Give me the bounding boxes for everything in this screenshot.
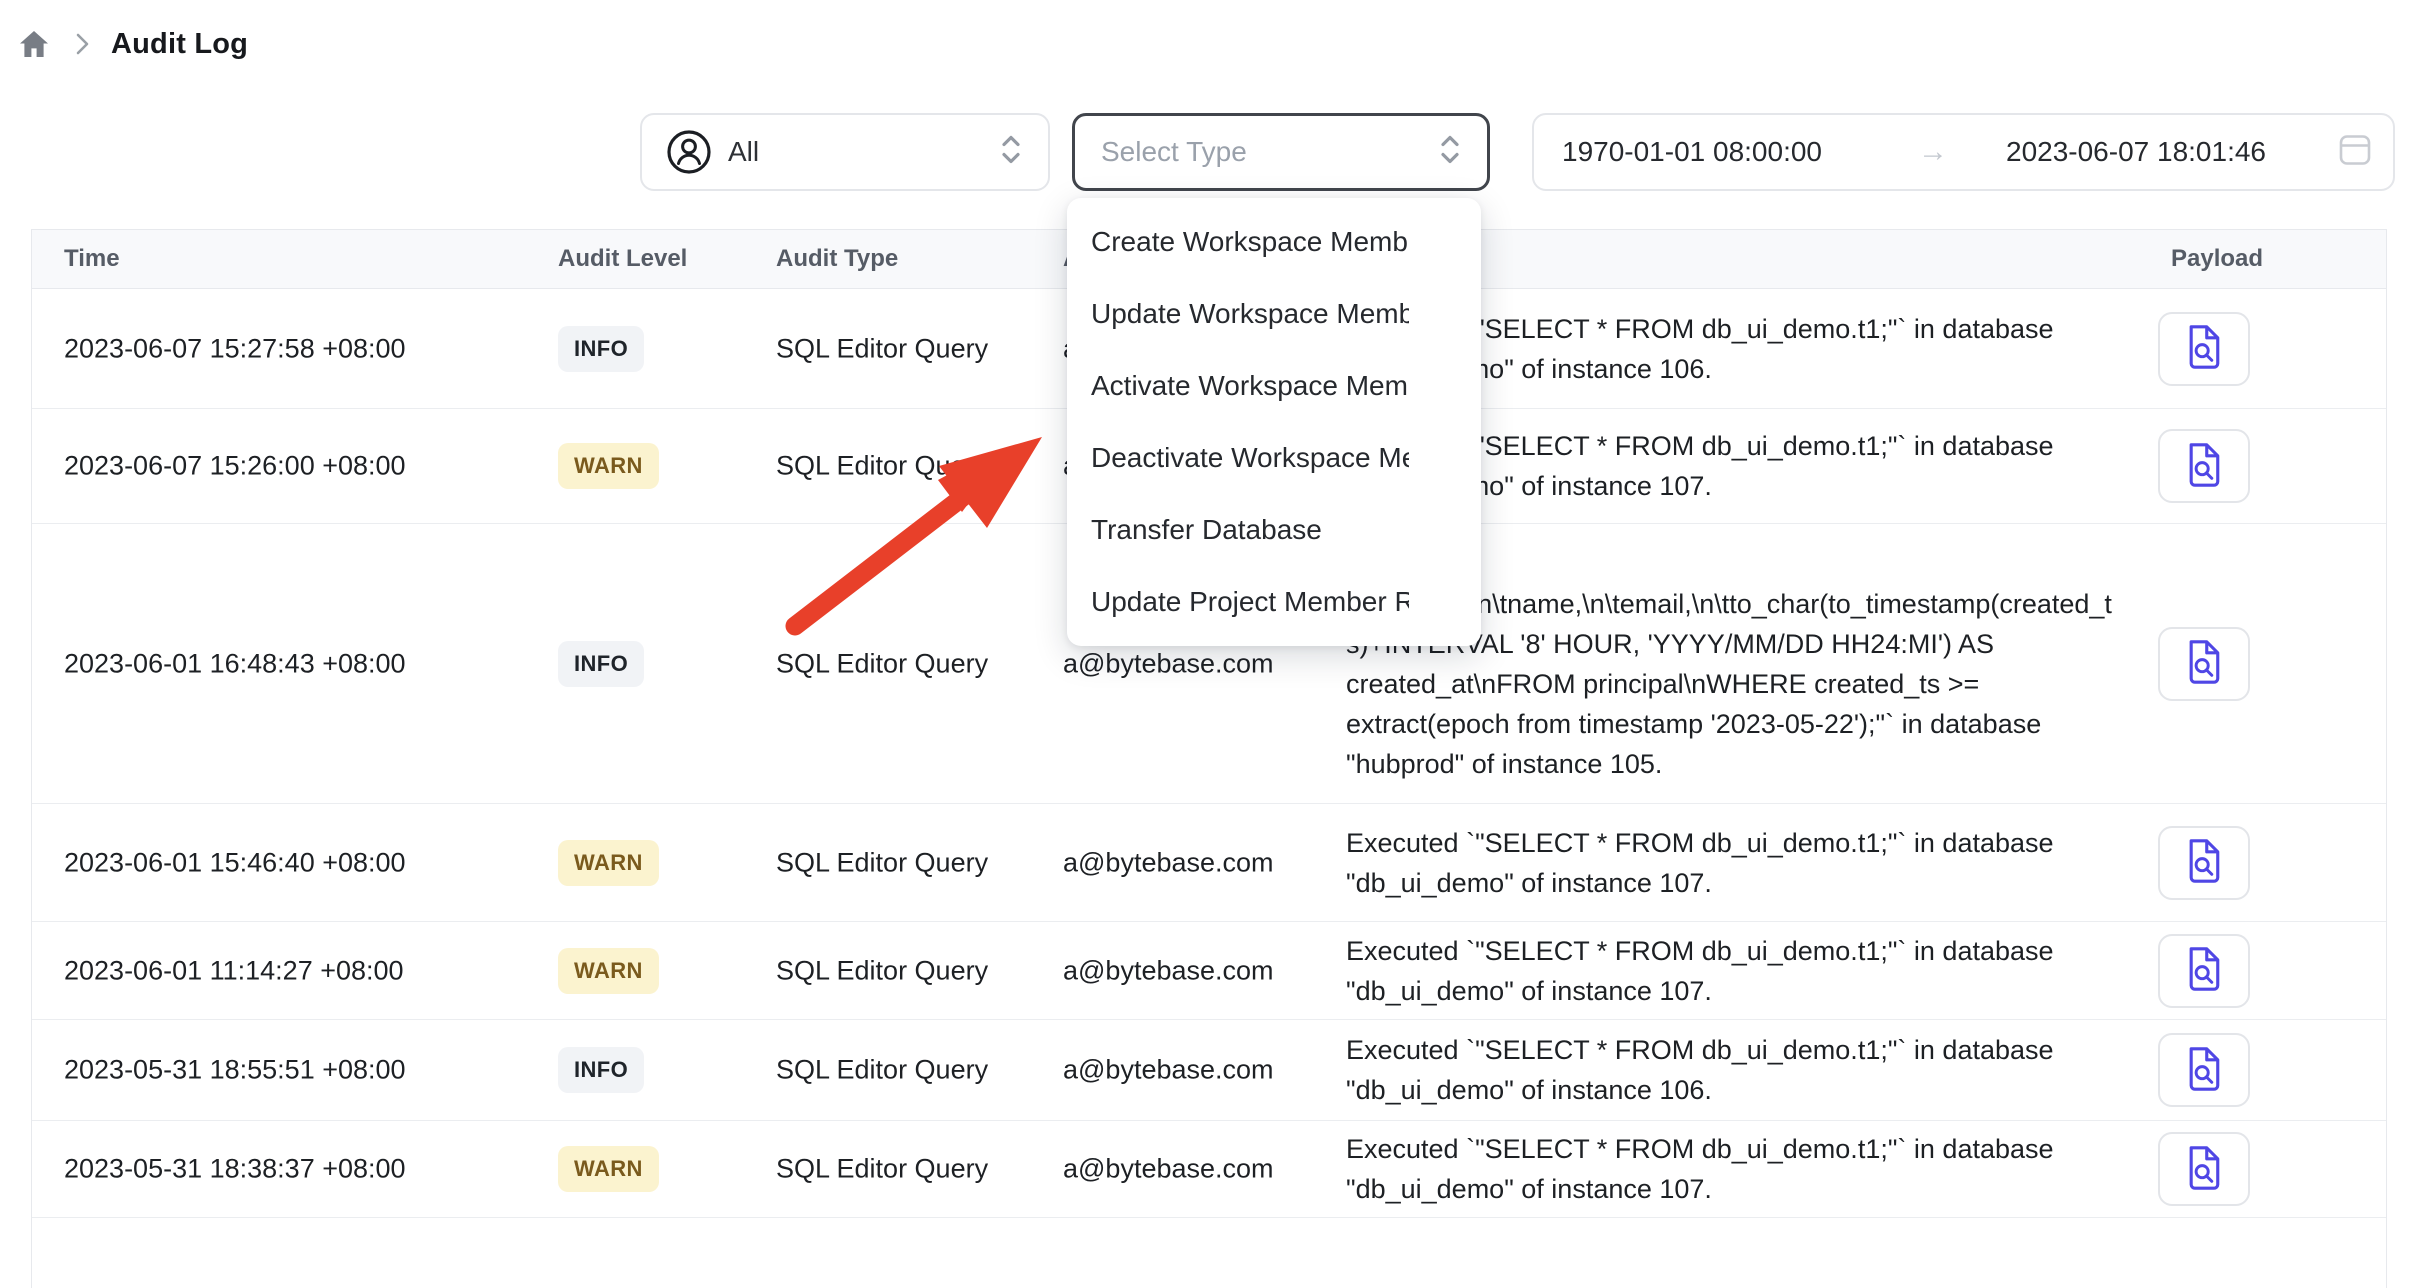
cell-audit-level: INFO <box>558 1047 644 1093</box>
cell-audit-level: INFO <box>558 326 644 372</box>
cell-audit-type: SQL Editor Query <box>776 451 988 482</box>
cell-comment: Executed `"SELECT * FROM db_ui_demo.t1;"… <box>1346 823 2124 903</box>
chevron-up-down-icon <box>1000 134 1022 171</box>
type-option-label: Activate Workspace Member <box>1091 370 1409 402</box>
audit-level-badge: WARN <box>558 443 659 489</box>
calendar-icon <box>2339 134 2371 171</box>
document-search-icon <box>2182 1045 2226 1096</box>
cell-time: 2023-06-01 15:46:40 +08:00 <box>64 847 406 878</box>
table-row <box>32 1218 2386 1288</box>
home-icon[interactable] <box>18 29 50 59</box>
cell-time: 2023-06-01 16:48:43 +08:00 <box>64 648 406 679</box>
cell-audit-level: WARN <box>558 443 659 489</box>
type-option-item[interactable]: Update Workspace Member <box>1067 278 1481 350</box>
document-search-icon <box>2182 638 2226 689</box>
cell-actor: a@bytebase.com <box>1063 1154 1274 1185</box>
audit-level-badge: INFO <box>558 326 644 372</box>
arrow-right-icon: → <box>1918 135 1948 169</box>
cell-comment: Executed `"SELECT * FROM db_ui_demo.t1;"… <box>1346 1129 2124 1209</box>
payload-view-button[interactable] <box>2158 429 2250 503</box>
audit-level-badge: INFO <box>558 1047 644 1093</box>
audit-level-badge: INFO <box>558 641 644 687</box>
cell-audit-type: SQL Editor Query <box>776 333 988 364</box>
date-range-picker[interactable]: 1970-01-01 08:00:00 → 2023-06-07 18:01:4… <box>1532 113 2395 191</box>
table-row: 2023-05-31 18:55:51 +08:00 INFO SQL Edit… <box>32 1020 2386 1121</box>
payload-view-button[interactable] <box>2158 826 2250 900</box>
type-option-label: Create Workspace Member <box>1091 226 1409 258</box>
cell-audit-type: SQL Editor Query <box>776 1055 988 1086</box>
cell-comment: Executed `"SELECT * FROM db_ui_demo.t1;"… <box>1346 931 2124 1011</box>
cell-time: 2023-05-31 18:55:51 +08:00 <box>64 1055 406 1086</box>
payload-view-button[interactable] <box>2158 934 2250 1008</box>
cell-audit-type: SQL Editor Query <box>776 847 988 878</box>
payload-view-button[interactable] <box>2158 1132 2250 1206</box>
cell-audit-type: SQL Editor Query <box>776 955 988 986</box>
type-select-dropdown-menu: Create Workspace Member Update Workspace… <box>1067 198 1481 646</box>
type-option-label: Update Workspace Member <box>1091 298 1409 330</box>
person-circle-icon <box>666 129 712 175</box>
type-filter-select[interactable]: Select Type <box>1072 113 1490 191</box>
table-row: 2023-06-01 15:46:40 +08:00 WARN SQL Edit… <box>32 804 2386 922</box>
document-search-icon <box>2182 323 2226 374</box>
cell-actor: a@bytebase.com <box>1063 955 1274 986</box>
cell-audit-level: INFO <box>558 641 644 687</box>
date-range-start[interactable]: 1970-01-01 08:00:00 <box>1562 136 1822 168</box>
cell-actor: a@bytebase.com <box>1063 648 1274 679</box>
column-header-audit-level: Audit Level <box>558 245 687 273</box>
document-search-icon <box>2182 441 2226 492</box>
audit-level-badge: WARN <box>558 948 659 994</box>
document-search-icon <box>2182 1144 2226 1195</box>
cell-audit-type: SQL Editor Query <box>776 1154 988 1185</box>
column-header-time: Time <box>64 245 120 273</box>
cell-comment: Executed `"SELECT * FROM db_ui_demo.t1;"… <box>1346 1030 2124 1110</box>
type-filter-placeholder: Select Type <box>1101 136 1247 168</box>
type-option-label: Update Project Member Role <box>1091 586 1409 618</box>
cell-actor: a@bytebase.com <box>1063 847 1274 878</box>
actor-filter-value: All <box>728 136 759 168</box>
cell-audit-level: WARN <box>558 1146 659 1192</box>
breadcrumb: Audit Log <box>18 24 248 64</box>
page-title: Audit Log <box>111 28 248 61</box>
document-search-icon <box>2182 945 2226 996</box>
audit-level-badge: WARN <box>558 840 659 886</box>
table-row: 2023-06-01 11:14:27 +08:00 WARN SQL Edit… <box>32 922 2386 1020</box>
payload-view-button[interactable] <box>2158 1033 2250 1107</box>
cell-actor: a@bytebase.com <box>1063 1055 1274 1086</box>
document-search-icon <box>2182 837 2226 888</box>
cell-audit-level: WARN <box>558 840 659 886</box>
payload-view-button[interactable] <box>2158 627 2250 701</box>
type-option-item[interactable]: Activate Workspace Member <box>1067 350 1481 422</box>
cell-time: 2023-06-07 15:27:58 +08:00 <box>64 333 406 364</box>
column-header-payload: Payload <box>2171 245 2263 273</box>
audit-level-badge: WARN <box>558 1146 659 1192</box>
cell-time: 2023-06-07 15:26:00 +08:00 <box>64 451 406 482</box>
actor-filter-select[interactable]: All <box>640 113 1050 191</box>
type-option-item[interactable]: Update Project Member Role <box>1067 566 1481 638</box>
column-header-audit-type: Audit Type <box>776 245 898 273</box>
cell-audit-level: WARN <box>558 948 659 994</box>
type-option-label: Deactivate Workspace Member <box>1091 442 1409 474</box>
type-option-item[interactable]: Deactivate Workspace Member <box>1067 422 1481 494</box>
type-option-item[interactable]: Transfer Database <box>1067 494 1481 566</box>
date-range-end[interactable]: 2023-06-07 18:01:46 <box>2006 136 2266 168</box>
chevron-up-down-icon <box>1439 134 1461 171</box>
payload-view-button[interactable] <box>2158 312 2250 386</box>
chevron-right-icon <box>76 33 89 55</box>
type-option-label: Transfer Database <box>1091 514 1409 546</box>
cell-time: 2023-05-31 18:38:37 +08:00 <box>64 1154 406 1185</box>
type-option-item[interactable]: Create Workspace Member <box>1067 206 1481 278</box>
cell-audit-type: SQL Editor Query <box>776 648 988 679</box>
table-row: 2023-05-31 18:38:37 +08:00 WARN SQL Edit… <box>32 1121 2386 1218</box>
cell-time: 2023-06-01 11:14:27 +08:00 <box>64 955 404 986</box>
